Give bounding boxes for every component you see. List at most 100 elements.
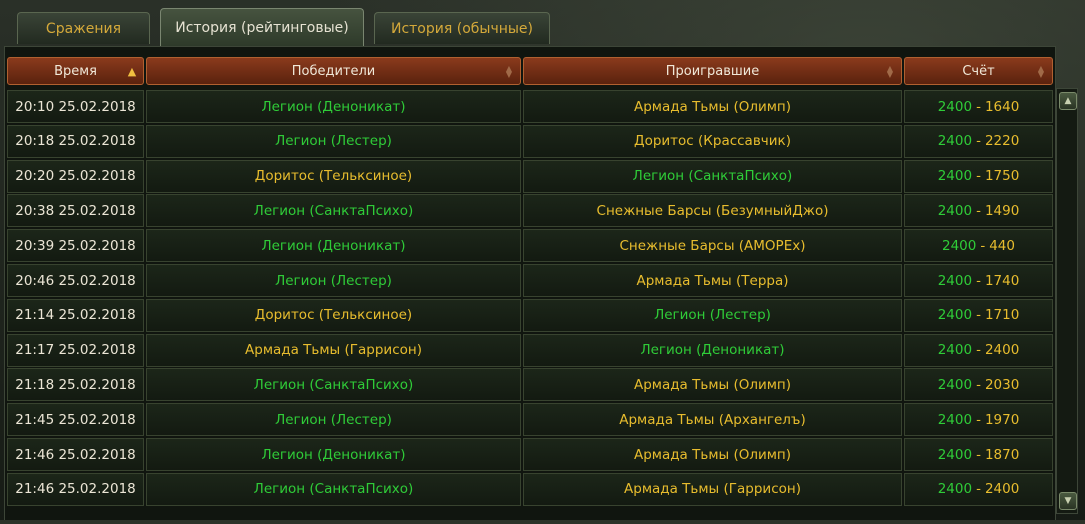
cell-score: 2400-1740: [904, 264, 1053, 297]
table-row[interactable]: 20:18 25.02.2018 Легион (Лестер) Доритос (…: [5, 124, 1055, 158]
table-row[interactable]: 21:45 25.02.2018 Легион (Лестер) Армада Ть…: [5, 403, 1055, 437]
cell-time: 21:14 25.02.2018: [7, 298, 144, 332]
tab-history-rated[interactable]: История (рейтинговые): [160, 8, 364, 46]
tab-bar: Сражения История (рейтинговые) История (…: [0, 0, 1085, 46]
table-row[interactable]: 21:17 25.02.2018 Армада Тьмы (Гаррисон) Ле…: [5, 333, 1055, 367]
column-header-losers[interactable]: Проигравшие ▲ ▼: [523, 57, 902, 85]
loser-text: Легион (СанктаПсихо): [632, 168, 793, 185]
cell-winner: Легион (Деноникат): [146, 438, 521, 471]
time-text: 21:46 25.02.2018: [15, 446, 136, 463]
score-loser: 1870: [984, 446, 1020, 463]
column-header-score[interactable]: Счёт ▲ ▼: [904, 57, 1053, 85]
table-row[interactable]: 21:46 25.02.2018 Легион (Деноникат) Армада…: [5, 438, 1055, 471]
cell-loser: Снежные Барсы (БезумныйДжо): [523, 194, 902, 228]
cell-loser: Легион (Деноникат): [523, 333, 902, 367]
column-header-time[interactable]: Время ▲: [7, 57, 144, 85]
score-separator: -: [976, 411, 981, 428]
cell-time: 20:39 25.02.2018: [7, 229, 144, 263]
loser-text: Армада Тьмы (Терра): [636, 272, 789, 289]
cell-time: 20:46 25.02.2018: [7, 264, 144, 297]
score-separator: -: [976, 446, 981, 463]
cell-winner: Доритос (Тельксиное): [146, 298, 521, 332]
scroll-up-icon[interactable]: ▲: [1059, 92, 1077, 110]
table-row[interactable]: 20:38 25.02.2018 Легион (СанктаПсихо) Снеж…: [5, 194, 1055, 228]
score-separator: -: [976, 98, 981, 115]
score-loser: 2030: [984, 376, 1020, 393]
score-separator: -: [980, 237, 986, 254]
table-row[interactable]: 20:10 25.02.2018 Легион (Деноникат) Армада…: [5, 90, 1055, 123]
score-winner: 2400: [937, 411, 973, 428]
column-header-label: Время: [54, 63, 97, 79]
loser-text: Легион (Деноникат): [640, 342, 785, 359]
loser-text: Доритос (Крассавчик): [634, 133, 791, 150]
tab-label: История (обычные): [390, 20, 534, 37]
cell-time: 21:46 25.02.2018: [7, 472, 144, 506]
score-loser: 2220: [984, 133, 1020, 150]
winner-text: Легион (Деноникат): [261, 98, 406, 115]
table-row[interactable]: 20:39 25.02.2018 Легион (Деноникат) Снежны…: [5, 229, 1055, 263]
cell-winner: Легион (Деноникат): [146, 229, 521, 263]
time-text: 20:18 25.02.2018: [15, 133, 136, 150]
winner-text: Легион (СанктаПсихо): [253, 376, 414, 393]
cell-score: 2400-1970: [904, 403, 1053, 437]
cell-loser: Армада Тьмы (Гаррисон): [523, 472, 902, 506]
column-header-winners[interactable]: Победители ▲ ▼: [146, 57, 521, 85]
cell-loser: Доритос (Крассавчик): [523, 124, 902, 158]
cell-loser: Армада Тьмы (Олимп): [523, 90, 902, 123]
cell-winner: Легион (Деноникат): [146, 90, 521, 123]
table-row[interactable]: 21:14 25.02.2018 Доритос (Тельксиное) Леги…: [5, 298, 1055, 332]
cell-loser: Легион (Лестер): [523, 298, 902, 332]
cell-time: 20:10 25.02.2018: [7, 90, 144, 123]
time-text: 20:46 25.02.2018: [15, 272, 136, 289]
score-separator: -: [976, 168, 981, 185]
score-separator: -: [976, 307, 981, 324]
time-text: 21:46 25.02.2018: [15, 481, 136, 498]
winner-text: Доритос (Тельксиное): [254, 307, 413, 324]
cell-score: 2400-1640: [904, 90, 1053, 123]
cell-loser: Армада Тьмы (Олимп): [523, 438, 902, 471]
cell-winner: Легион (СанктаПсихо): [146, 472, 521, 506]
cell-loser: Легион (СанктаПсихо): [523, 159, 902, 193]
score-separator: -: [976, 133, 981, 150]
loser-text: Снежные Барсы (AMOPEx): [619, 237, 806, 254]
sort-arrows-icon: ▲ ▼: [886, 64, 894, 79]
battle-history-window: Сражения История (рейтинговые) История (…: [0, 0, 1085, 524]
score-winner: 2400: [937, 133, 973, 150]
scroll-down-icon[interactable]: ▼: [1059, 492, 1077, 510]
score-loser: 1640: [984, 98, 1020, 115]
table-row[interactable]: 20:20 25.02.2018 Доритос (Тельксиное) Леги…: [5, 159, 1055, 193]
winner-text: Легион (Лестер): [275, 272, 392, 289]
column-header-label: Победители: [291, 63, 376, 79]
score-winner: 2400: [937, 168, 973, 185]
table-row[interactable]: 21:18 25.02.2018 Легион (СанктаПсихо) Арма…: [5, 368, 1055, 402]
cell-winner: Легион (Лестер): [146, 403, 521, 437]
time-text: 20:38 25.02.2018: [15, 202, 136, 219]
score-loser: 1490: [984, 202, 1020, 219]
score-loser: 2400: [984, 342, 1020, 359]
loser-text: Армада Тьмы (Гаррисон): [624, 481, 801, 498]
score-loser: 2400: [984, 481, 1020, 498]
tab-history-normal[interactable]: История (обычные): [374, 12, 550, 44]
cell-winner: Доритос (Тельксиное): [146, 159, 521, 193]
cell-winner: Легион (Лестер): [146, 124, 521, 158]
cell-score: 2400-1870: [904, 438, 1053, 471]
loser-text: Снежные Барсы (БезумныйДжо): [596, 202, 829, 219]
loser-text: Армада Тьмы (Олимп): [633, 98, 792, 115]
score-separator: -: [976, 272, 981, 289]
score-separator: -: [976, 481, 981, 498]
cell-score: 2400-2400: [904, 472, 1053, 506]
loser-text: Легион (Лестер): [654, 307, 771, 324]
tab-battles[interactable]: Сражения: [17, 12, 150, 44]
score-winner: 2400: [937, 481, 973, 498]
sort-arrows-icon: ▲ ▼: [1037, 64, 1045, 79]
score-winner: 2400: [937, 342, 973, 359]
table-row[interactable]: 21:46 25.02.2018 Легион (СанктаПсихо) Арма…: [5, 472, 1055, 506]
time-text: 21:18 25.02.2018: [15, 376, 136, 393]
winner-text: Легион (Деноникат): [261, 237, 406, 254]
winner-text: Легион (Лестер): [275, 133, 392, 150]
score-winner: 2400: [937, 272, 973, 289]
scrollbar[interactable]: ▲ ▼: [1056, 88, 1078, 514]
table-row[interactable]: 20:46 25.02.2018 Легион (Лестер) Армада Ть…: [5, 264, 1055, 297]
time-text: 21:14 25.02.2018: [15, 307, 136, 324]
table-header: Время ▲ Победители ▲ ▼ Проигравшие ▲ ▼ Счё…: [5, 57, 1055, 85]
